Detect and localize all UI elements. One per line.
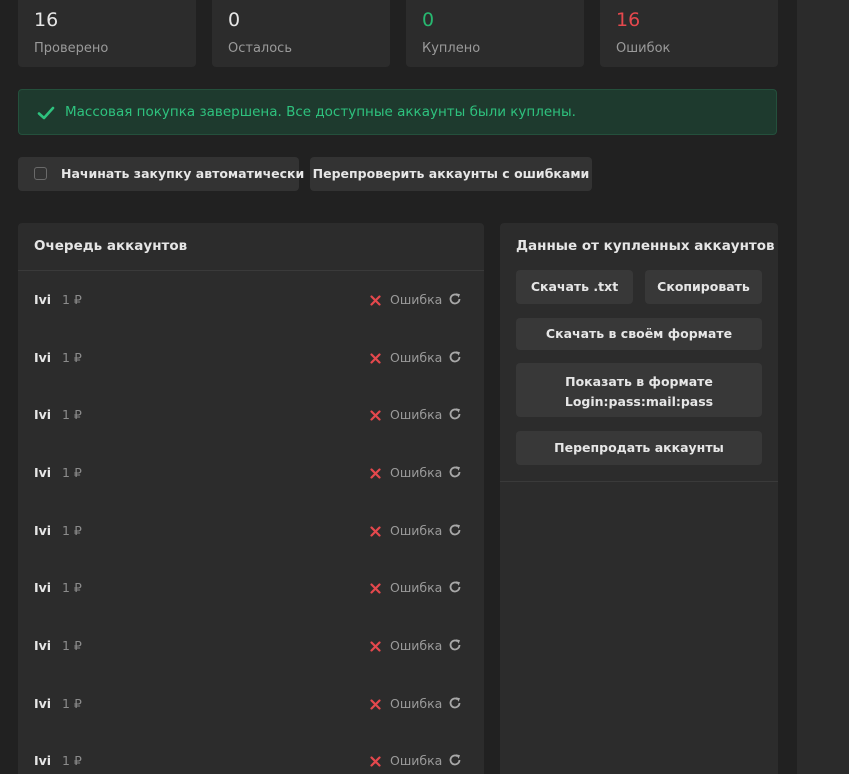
show-format-line2: Login:pass:mail:pass xyxy=(564,394,714,409)
auto-purchase-label: Начинать закупку автоматически xyxy=(61,166,305,181)
queue-row-price: 1 ₽ xyxy=(62,465,82,480)
queue-row-status: Ошибка xyxy=(390,580,443,595)
queue-row-status: Ошибка xyxy=(390,465,443,480)
resell-accounts-button[interactable]: Перепродать аккаунты xyxy=(516,431,762,465)
download-custom-format-button[interactable]: Скачать в своём формате xyxy=(516,318,762,350)
queue-row-service: Ivi xyxy=(34,465,52,480)
retry-icon[interactable] xyxy=(448,638,462,652)
stat-remaining: 0 Осталось xyxy=(212,0,390,67)
queue-row-service: Ivi xyxy=(34,753,52,768)
account-queue-panel: Очередь аккаунтов Ivi 1 ₽ Ошибка Ivi 1 ₽… xyxy=(18,223,484,774)
queue-row: Ivi 1 ₽ Ошибка xyxy=(18,289,484,311)
queue-row-service: Ivi xyxy=(34,292,52,307)
queue-row-price: 1 ₽ xyxy=(62,696,82,711)
success-alert: Массовая покупка завершена. Все доступны… xyxy=(18,89,777,135)
queue-row-service: Ivi xyxy=(34,350,52,365)
queue-row-price: 1 ₽ xyxy=(62,407,82,422)
queue-row-service: Ivi xyxy=(34,580,52,595)
error-x-icon xyxy=(370,353,381,364)
queue-row: Ivi 1 ₽ Ошибка xyxy=(18,635,484,657)
error-x-icon xyxy=(370,641,381,652)
right-scroll-area xyxy=(797,0,849,774)
queue-row: Ivi 1 ₽ Ошибка xyxy=(18,577,484,599)
auto-purchase-toggle[interactable]: Начинать закупку автоматически xyxy=(18,157,304,191)
queue-row-status: Ошибка xyxy=(390,523,443,538)
queue-row-status: Ошибка xyxy=(390,292,443,307)
queue-row: Ivi 1 ₽ Ошибка xyxy=(18,750,484,772)
queue-row-price: 1 ₽ xyxy=(62,753,82,768)
purchased-data-panel: Данные от купленных аккаунтов Скачать .t… xyxy=(500,223,778,774)
stat-bought-value: 0 xyxy=(422,9,435,31)
queue-row-status: Ошибка xyxy=(390,638,443,653)
queue-row: Ivi 1 ₽ Ошибка xyxy=(18,404,484,426)
stat-checked: 16 Проверено xyxy=(18,0,196,67)
queue-row: Ivi 1 ₽ Ошибка xyxy=(18,693,484,715)
retry-icon[interactable] xyxy=(448,465,462,479)
stat-checked-value: 16 xyxy=(34,9,59,31)
error-x-icon xyxy=(370,526,381,537)
error-x-icon xyxy=(370,583,381,594)
error-x-icon xyxy=(370,756,381,767)
stat-bought: 0 Куплено xyxy=(406,0,584,67)
check-icon xyxy=(37,106,55,120)
show-format-line1: Показать в формате xyxy=(565,374,713,389)
queue-row-price: 1 ₽ xyxy=(62,523,82,538)
divider xyxy=(500,481,778,482)
queue-row-service: Ivi xyxy=(34,407,52,422)
stat-remaining-label: Осталось xyxy=(228,41,292,56)
queue-row-price: 1 ₽ xyxy=(62,638,82,653)
recheck-errors-button[interactable]: Перепроверить аккаунты с ошибками xyxy=(310,157,592,191)
account-queue-title: Очередь аккаунтов xyxy=(34,238,188,254)
auto-purchase-checkbox[interactable] xyxy=(34,167,47,180)
queue-row-service: Ivi xyxy=(34,523,52,538)
queue-row-status: Ошибка xyxy=(390,350,443,365)
stat-errors-label: Ошибок xyxy=(616,41,671,56)
queue-row: Ivi 1 ₽ Ошибка xyxy=(18,347,484,369)
queue-row: Ivi 1 ₽ Ошибка xyxy=(18,462,484,484)
show-format-button[interactable]: Показать в формате Login:pass:mail:pass xyxy=(516,363,762,417)
download-txt-button[interactable]: Скачать .txt xyxy=(516,270,633,304)
success-alert-text: Массовая покупка завершена. Все доступны… xyxy=(65,104,576,120)
error-x-icon xyxy=(370,410,381,421)
queue-row-service: Ivi xyxy=(34,638,52,653)
queue-row-price: 1 ₽ xyxy=(62,350,82,365)
app-root: 16 Проверено 0 Осталось 0 Куплено 16 Оши… xyxy=(0,0,849,774)
retry-icon[interactable] xyxy=(448,696,462,710)
queue-row-status: Ошибка xyxy=(390,753,443,768)
stat-errors-value: 16 xyxy=(616,9,641,31)
retry-icon[interactable] xyxy=(448,350,462,364)
copy-button[interactable]: Скопировать xyxy=(645,270,762,304)
retry-icon[interactable] xyxy=(448,753,462,767)
divider xyxy=(18,270,484,271)
stat-bought-label: Куплено xyxy=(422,41,481,56)
queue-row-price: 1 ₽ xyxy=(62,292,82,307)
retry-icon[interactable] xyxy=(448,292,462,306)
purchased-data-title: Данные от купленных аккаунтов xyxy=(516,238,775,254)
queue-row-service: Ivi xyxy=(34,696,52,711)
retry-icon[interactable] xyxy=(448,407,462,421)
stat-errors: 16 Ошибок xyxy=(600,0,778,67)
queue-row-status: Ошибка xyxy=(390,696,443,711)
error-x-icon xyxy=(370,699,381,710)
queue-row-status: Ошибка xyxy=(390,407,443,422)
retry-icon[interactable] xyxy=(448,580,462,594)
queue-row-price: 1 ₽ xyxy=(62,580,82,595)
error-x-icon xyxy=(370,468,381,479)
stat-checked-label: Проверено xyxy=(34,41,109,56)
retry-icon[interactable] xyxy=(448,523,462,537)
error-x-icon xyxy=(370,295,381,306)
stat-remaining-value: 0 xyxy=(228,9,241,31)
queue-row: Ivi 1 ₽ Ошибка xyxy=(18,520,484,542)
